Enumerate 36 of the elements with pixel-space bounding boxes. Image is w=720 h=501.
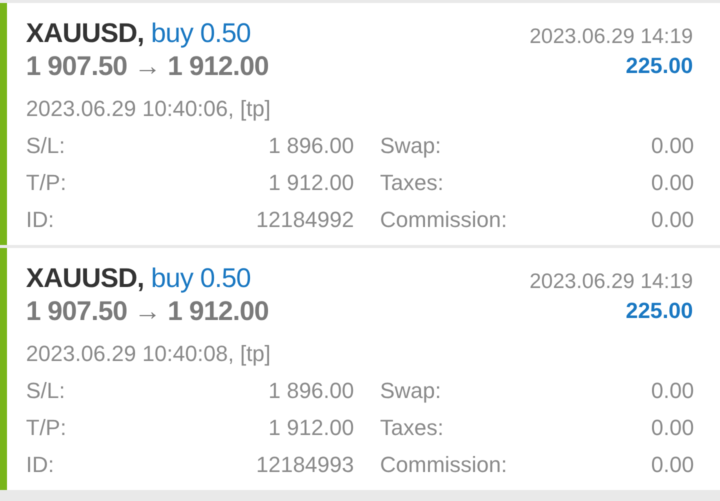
open-time: 2023.06.29 10:40:06, [tp] xyxy=(26,95,272,123)
detail-label: Taxes: xyxy=(380,414,445,442)
detail-label: ID: xyxy=(26,451,56,479)
price-change: 1 907.50 → 1 912.00 xyxy=(26,50,269,82)
detail-label: T/P: xyxy=(26,414,68,442)
detail-value: 1 896.00 xyxy=(267,377,354,405)
price-change: 1 907.50 → 1 912.00 xyxy=(26,295,269,327)
detail-value: 12184993 xyxy=(255,451,354,479)
trade-card[interactable]: XAUUSD, buy 0.50 1 907.50 → 1 912.00 2023.06.29 14:19 225.00 2023.06.29 10:40:08, [tp] S/L: 1 896.00 Swap: 0.00 T/P: 1 912.00 Taxes: 0.00 ID: 12184993 Commission: 0.00 xyxy=(0,248,720,490)
open-time: 2023.06.29 10:40:08, [tp] xyxy=(26,340,272,368)
detail-value: 0.00 xyxy=(650,451,694,479)
trade-card[interactable]: XAUUSD, buy 0.50 1 907.50 → 1 912.00 2023.06.29 14:19 225.00 2023.06.29 10:40:06, [tp] S/L: 1 896.00 Swap: 0.00 T/P: 1 912.00 Taxes: 0.00 ID: 12184992 Commission: 0.00 xyxy=(0,3,720,245)
detail-value: 0.00 xyxy=(650,169,694,197)
detail-value: 0.00 xyxy=(650,377,694,405)
detail-label: S/L: xyxy=(26,377,66,405)
detail-label: T/P: xyxy=(26,169,68,197)
detail-value: 12184992 xyxy=(255,206,354,234)
detail-value: 0.00 xyxy=(650,132,694,160)
detail-value: 1 912.00 xyxy=(267,414,354,442)
close-time: 2023.06.29 14:19 xyxy=(530,24,693,50)
detail-value: 0.00 xyxy=(650,414,694,442)
trade-title: XAUUSD, buy 0.50 xyxy=(26,17,252,50)
detail-label: S/L: xyxy=(26,132,66,160)
detail-label: Swap: xyxy=(380,377,442,405)
detail-label: Taxes: xyxy=(380,169,445,197)
detail-value: 0.00 xyxy=(650,206,694,234)
detail-label: ID: xyxy=(26,206,56,234)
detail-value: 1 896.00 xyxy=(267,132,354,160)
profit-value: 225.00 xyxy=(626,297,693,325)
profit-value: 225.00 xyxy=(626,52,693,80)
detail-label: Commission: xyxy=(380,206,508,234)
trade-title: XAUUSD, buy 0.50 xyxy=(26,262,252,295)
detail-label: Swap: xyxy=(380,132,442,160)
detail-label: Commission: xyxy=(380,451,508,479)
detail-value: 1 912.00 xyxy=(267,169,354,197)
close-time: 2023.06.29 14:19 xyxy=(530,269,693,295)
